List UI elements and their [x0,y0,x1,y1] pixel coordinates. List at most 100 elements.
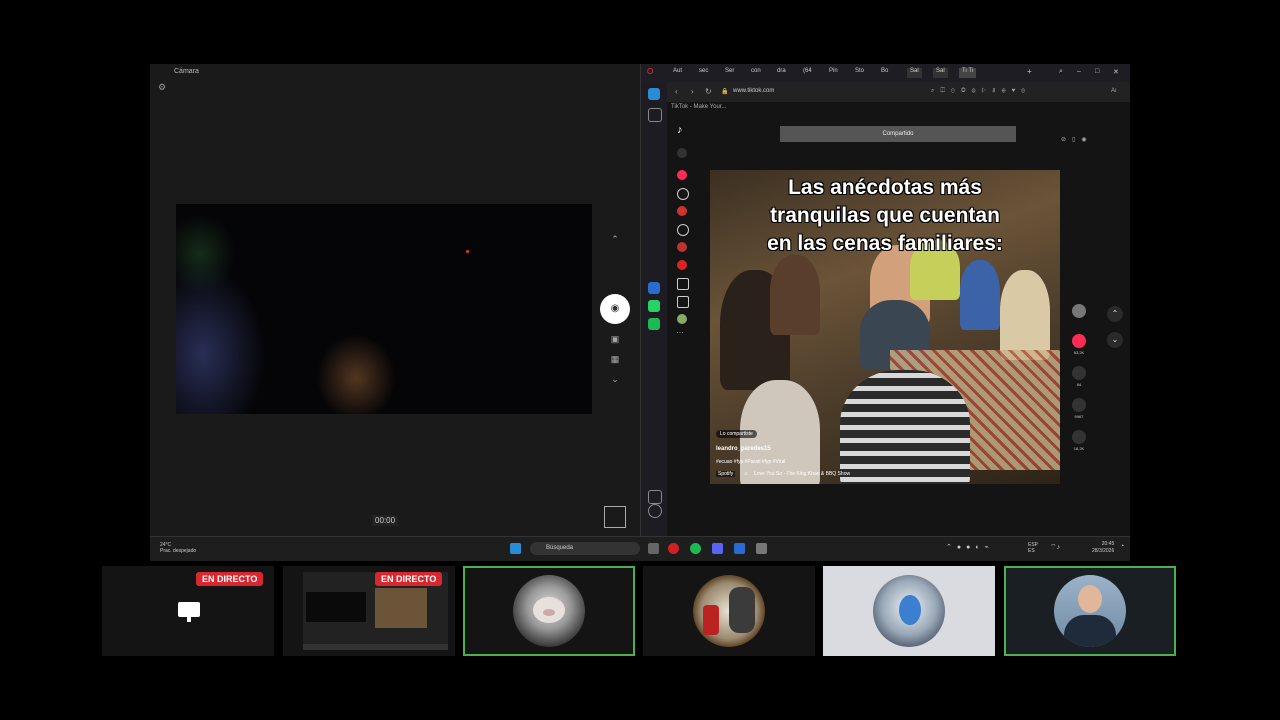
taskbar-clock[interactable]: 20:45 28/3/2026 [1092,541,1114,555]
minimize-icon[interactable]: – [1077,68,1081,78]
notifications-icon[interactable]: ◔ [1120,543,1124,550]
monitor-icon [178,602,200,617]
chevron-down-icon[interactable]: ⌄ [609,374,621,384]
recording-timer: 00:00 [372,515,399,526]
video-options-icons[interactable]: ⊘▯◉ [1061,136,1093,143]
video-hashtags[interactable]: #ecuao #fyp #Parati #fyp #Viral [716,459,785,465]
photo-mode-icon[interactable]: ▣ [609,334,621,344]
heart-icon[interactable] [1072,334,1086,348]
profile-icon[interactable] [677,314,687,324]
opera-logo-icon[interactable]: O [647,67,653,77]
settings-gear-icon[interactable]: ⚙ [158,82,166,93]
spotify-tag[interactable]: Spotify [716,471,736,477]
heart-icon[interactable] [648,490,662,504]
camera-controls: ⌃ ◉ ▣ ▦ ⌄ [600,234,630,384]
chevron-up-icon[interactable]: ⌃ [609,234,621,244]
chevron-up-icon[interactable]: ⌃ [1107,306,1123,322]
tab[interactable]: Sal [907,68,922,78]
windows-start-icon[interactable] [510,543,521,554]
tab[interactable]: Sto [855,68,864,78]
home-icon[interactable] [677,170,687,180]
thumbnail-video [375,588,427,628]
toolbar-extension-icons[interactable]: ⌕◫⊙◎⊛▷⇩⊕♥⊜ [931,88,1031,95]
bookmarks-icon[interactable] [648,108,662,122]
participant-tile-globe[interactable] [823,566,995,656]
video-author[interactable]: leandro_paredes15 [716,446,771,452]
video-music[interactable]: Love You So - The King Khan & BBQ Show [754,471,850,477]
avatar-pig-snout [543,609,555,616]
tab[interactable]: con [751,68,761,78]
upload-icon[interactable] [677,296,689,308]
tab[interactable]: Ser [725,68,734,78]
forward-icon[interactable]: › [691,87,694,96]
avatar-man-face [1078,585,1102,613]
tab[interactable]: Bo [881,68,888,78]
camera-taskbar-icon[interactable] [756,543,767,554]
weather-widget[interactable]: 24°C Prac. despejado [160,542,196,554]
camera-feed-light [176,264,266,414]
network-volume-icons[interactable]: ⌔♪ [1050,543,1060,552]
following-icon[interactable] [677,224,689,236]
opera-taskbar-icon[interactable] [668,543,679,554]
participant-tile-man[interactable] [1004,566,1176,656]
bookmark-icon[interactable] [1072,398,1086,412]
tab-strip: O Aut sec Ser con dra (64 Pin Sto Bo Sal… [641,64,1130,82]
back-icon[interactable]: ‹ [675,87,678,96]
grid-mode-icon[interactable]: ▦ [609,354,621,364]
address-bar: ‹ › ↻ 🔒 www.tiktok.com ⌕◫⊙◎⊛▷⇩⊕♥⊜ Aı [641,82,1130,102]
activity-icon[interactable] [677,260,687,270]
participant-tile-screen[interactable]: EN DIRECTO [102,566,274,656]
tab[interactable]: Sal [933,68,948,78]
explore-icon[interactable] [677,188,689,200]
url-text[interactable]: www.tiktok.com [733,88,774,94]
tiktok-sidebar: ♪ ··· [671,124,697,374]
discord-taskbar-icon[interactable] [712,543,723,554]
tab[interactable]: Pin [829,68,838,78]
clock-time: 20:45 [1101,541,1115,547]
tab[interactable]: sec [699,68,708,78]
messages-icon[interactable] [677,278,689,290]
tab-active[interactable]: Ti Ti [959,68,977,78]
bookmark-tiktok[interactable]: TikTok - Make Your... [671,104,726,110]
more-icon[interactable]: ··· [676,328,684,337]
shared-screen: Cámara ⚙ ⌃ ◉ ▣ ▦ ⌄ 00:00 O Aut sec Ser c… [150,64,1130,561]
history-icon[interactable] [648,504,662,518]
tab[interactable]: (64 [803,68,812,78]
capture-button[interactable]: ◉ [600,294,630,324]
tiktok-logo-icon[interactable]: ♪ [677,124,683,136]
task-view-icon[interactable] [648,543,659,554]
creator-avatar[interactable] [1072,304,1086,318]
participant-tile-pig[interactable] [463,566,635,656]
tray-icons[interactable]: ⌃●●◐⌁ [946,543,994,551]
reload-icon[interactable]: ↻ [705,87,712,96]
spotify-icon[interactable] [648,318,660,330]
spotify-taskbar-icon[interactable] [690,543,701,554]
search-icon[interactable] [677,148,687,158]
chevron-down-icon[interactable]: ⌄ [1107,332,1123,348]
new-tab-icon[interactable]: + [1027,67,1032,77]
store-taskbar-icon[interactable] [734,543,745,554]
friends-icon[interactable] [677,242,687,252]
close-icon[interactable]: ✕ [1113,68,1119,78]
search-icon[interactable]: ⌕ [1059,68,1063,78]
participant-tile-screen-share[interactable]: EN DIRECTO [283,566,455,656]
comment-icon[interactable] [1072,366,1086,380]
tab[interactable]: dra [777,68,786,78]
live-icon[interactable] [677,206,687,216]
avatar-globe [873,575,945,647]
language-indicator[interactable]: ESP ES [1028,542,1038,554]
messenger-icon[interactable] [648,282,660,294]
thumbnail-camera [306,592,366,622]
participant-tile-emblem[interactable] [643,566,815,656]
tiktok-video[interactable]: Las anécdotas más tranquilas que cuentan… [710,170,1060,484]
comment-count: 84 [1076,382,1082,387]
maximize-icon[interactable]: □ [1095,68,1099,78]
whatsapp-icon[interactable] [648,300,660,312]
tab[interactable]: Aut [673,68,682,78]
taskbar-search[interactable]: Búsqueda [530,542,640,555]
gallery-thumbnail[interactable] [604,506,626,528]
video-person [960,260,1000,330]
home-icon[interactable] [648,88,660,100]
ai-icon[interactable]: Aı [1111,88,1117,94]
share-icon[interactable] [1072,430,1086,444]
